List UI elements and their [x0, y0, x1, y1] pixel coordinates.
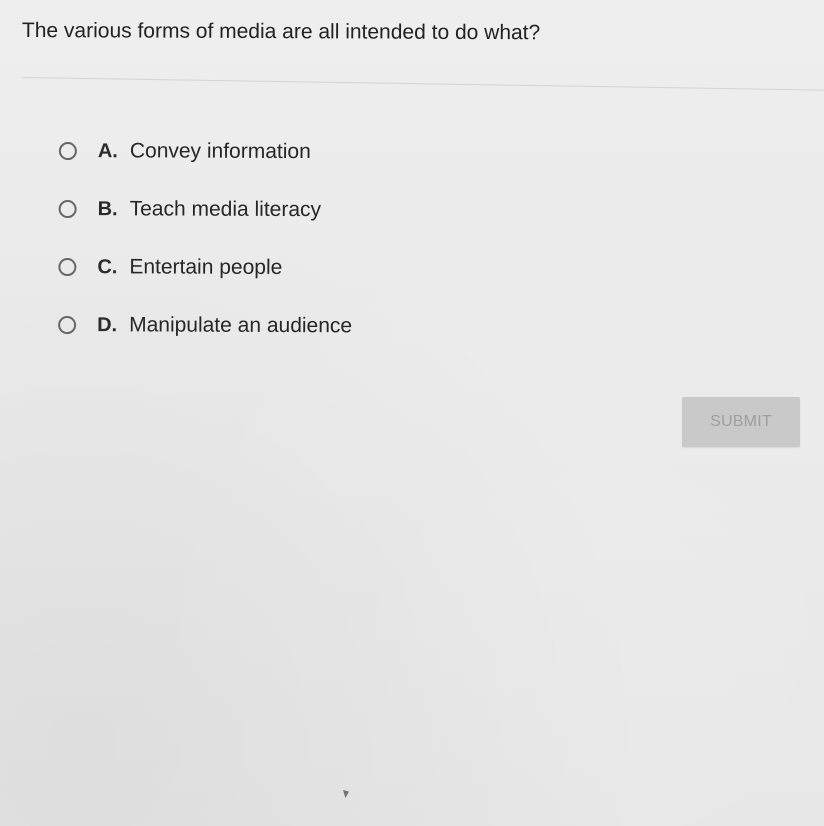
option-letter: C. [97, 255, 118, 278]
option-label: Convey information [129, 139, 311, 164]
option-letter: A. [97, 139, 118, 162]
submit-button[interactable]: SUBMIT [682, 397, 800, 447]
option-label: Entertain people [129, 255, 283, 279]
option-label: Manipulate an audience [129, 313, 353, 338]
radio-unselected-icon[interactable] [58, 142, 77, 161]
question-divider [21, 77, 824, 91]
radio-unselected-icon[interactable] [58, 316, 77, 335]
option-letter: D. [97, 313, 118, 336]
answer-option-c[interactable]: C. Entertain people [56, 238, 556, 298]
quiz-screen: The various forms of media are all inten… [0, 0, 824, 826]
radio-unselected-icon[interactable] [58, 200, 77, 219]
radio-unselected-icon[interactable] [58, 258, 77, 277]
option-label: Teach media literacy [129, 197, 322, 222]
answer-options: A. Convey information B. Teach media lit… [56, 122, 557, 356]
option-letter: B. [97, 197, 118, 220]
mouse-cursor-icon [343, 790, 349, 798]
answer-option-a[interactable]: A. Convey information [57, 122, 557, 182]
answer-option-b[interactable]: B. Teach media literacy [56, 180, 556, 240]
question-text: The various forms of media are all inten… [21, 18, 541, 45]
answer-option-d[interactable]: D. Manipulate an audience [56, 296, 556, 356]
